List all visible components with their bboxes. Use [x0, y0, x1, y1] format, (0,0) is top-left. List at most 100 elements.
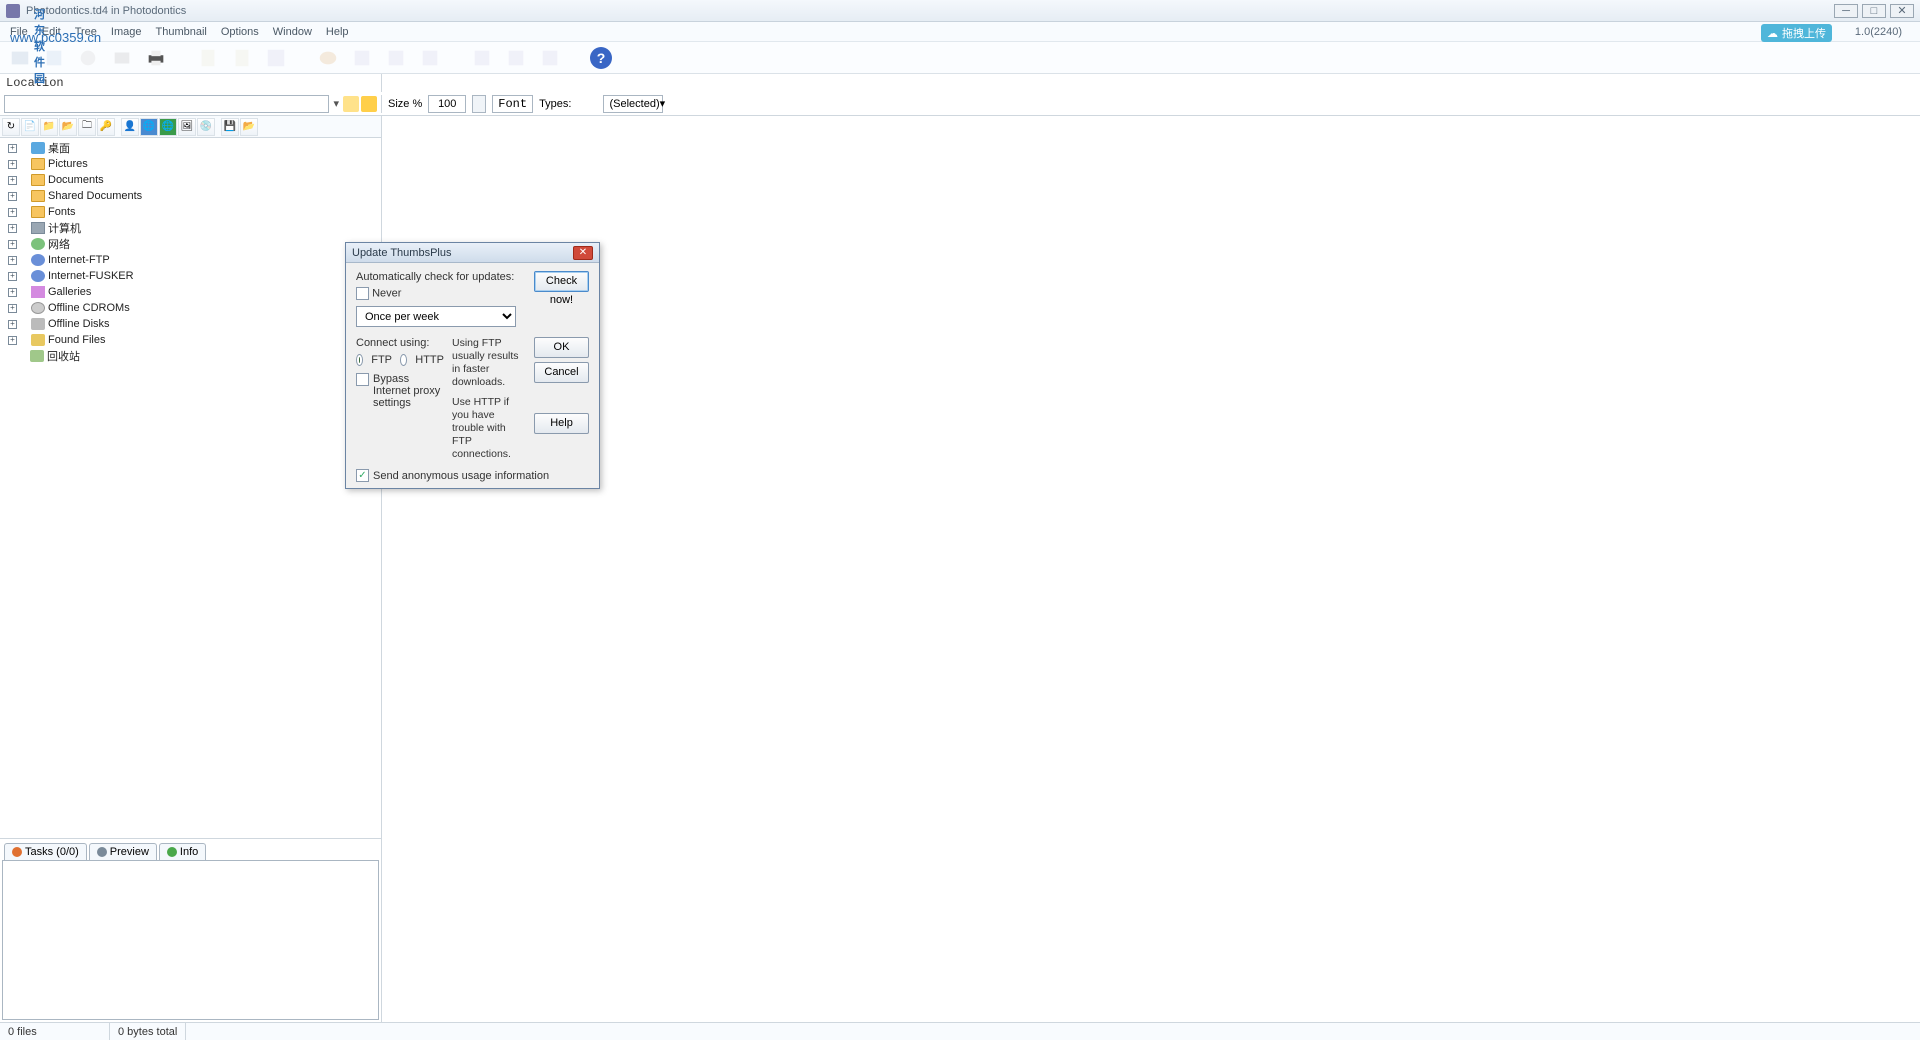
auto-check-label: Automatically check for updates: — [356, 271, 526, 283]
toolbar-palette-button[interactable] — [314, 45, 342, 71]
find-icon — [31, 334, 45, 346]
tree-tb-2[interactable]: 📄 — [21, 118, 39, 136]
toolbar-btn-14[interactable] — [502, 45, 530, 71]
toolbar-btn-15[interactable] — [536, 45, 564, 71]
dialog-titlebar[interactable]: Update ThumbsPlus ✕ — [346, 243, 599, 263]
tree-node[interactable]: +Fonts — [4, 204, 377, 220]
bypass-checkbox[interactable] — [356, 373, 369, 386]
menu-help[interactable]: Help — [326, 26, 349, 38]
toolbar-btn-1[interactable] — [6, 45, 34, 71]
types-select[interactable]: (Selected)▾ — [603, 95, 663, 113]
tree-node[interactable]: 回收站 — [4, 348, 377, 364]
expand-icon[interactable]: + — [8, 240, 17, 249]
tree-tb-8[interactable]: 🌐 — [140, 118, 158, 136]
tree-tb-13[interactable]: 📂 — [240, 118, 258, 136]
menu-options[interactable]: Options — [221, 26, 259, 38]
tree-tb-5[interactable]: 🗀 — [78, 118, 96, 136]
folder-button[interactable] — [343, 96, 359, 112]
tree-node[interactable]: +Galleries — [4, 284, 377, 300]
expand-icon[interactable]: + — [8, 208, 17, 217]
tree-tb-11[interactable]: 💿 — [197, 118, 215, 136]
frequency-select[interactable]: Once per week — [356, 306, 516, 327]
toolbar-btn-2[interactable] — [40, 45, 68, 71]
tree-node[interactable]: +Offline CDROMs — [4, 300, 377, 316]
tree-node[interactable]: +Shared Documents — [4, 188, 377, 204]
expand-icon[interactable]: + — [8, 272, 17, 281]
toolbar-btn-4[interactable] — [108, 45, 136, 71]
tree-tb-4[interactable]: 📂 — [59, 118, 77, 136]
size-spinner[interactable] — [472, 95, 486, 113]
toolbar-btn-3[interactable] — [74, 45, 102, 71]
location-input[interactable] — [4, 95, 329, 113]
cancel-button[interactable]: Cancel — [534, 362, 589, 383]
menu-edit[interactable]: Edit — [42, 26, 61, 38]
ok-button[interactable]: OK — [534, 337, 589, 358]
expand-icon[interactable]: + — [8, 224, 17, 233]
tree-tb-12[interactable]: 💾 — [221, 118, 239, 136]
help-button[interactable]: Help — [534, 413, 589, 434]
toolbar-btn-11[interactable] — [382, 45, 410, 71]
window-title: Photodontics.td4 in Photodontics — [26, 5, 186, 17]
minimize-button[interactable]: ─ — [1834, 4, 1858, 18]
menu-file[interactable]: File — [10, 26, 28, 38]
tab-info[interactable]: Info — [159, 843, 206, 860]
toolbar-btn-8[interactable] — [262, 45, 290, 71]
tree-node[interactable]: +Found Files — [4, 332, 377, 348]
statusbar: 0 files 0 bytes total — [0, 1022, 1920, 1040]
tree-node[interactable]: +Internet-FUSKER — [4, 268, 377, 284]
maximize-button[interactable]: □ — [1862, 4, 1886, 18]
favorite-button[interactable] — [361, 96, 377, 112]
expand-icon[interactable]: + — [8, 256, 17, 265]
toolbar-print-button[interactable] — [142, 45, 170, 71]
expand-icon[interactable]: + — [8, 160, 17, 169]
expand-icon[interactable]: + — [8, 304, 17, 313]
expand-icon[interactable]: + — [8, 288, 17, 297]
tree-tb-refresh[interactable]: ↻ — [2, 118, 20, 136]
menu-tree[interactable]: Tree — [75, 26, 97, 38]
tab-preview[interactable]: Preview — [89, 843, 157, 860]
close-button[interactable]: ✕ — [1890, 4, 1914, 18]
ftp-icon — [31, 270, 45, 282]
http-radio[interactable] — [400, 354, 407, 366]
tree-node[interactable]: +桌面 — [4, 140, 377, 156]
expand-icon[interactable]: + — [8, 144, 17, 153]
menu-image[interactable]: Image — [111, 26, 142, 38]
tab-tasks[interactable]: Tasks (0/0) — [4, 843, 87, 860]
dropdown-icon[interactable]: ▾ — [333, 97, 339, 110]
toolbar-btn-10[interactable] — [348, 45, 376, 71]
expand-icon[interactable]: + — [8, 192, 17, 201]
tree-node[interactable]: +Documents — [4, 172, 377, 188]
drag-upload-button[interactable]: ☁ 拖拽上传 — [1761, 24, 1832, 42]
tree-tb-3[interactable]: 📁 — [40, 118, 58, 136]
expand-icon[interactable]: + — [8, 320, 17, 329]
toolbar-btn-13[interactable] — [468, 45, 496, 71]
tree-node[interactable]: +Internet-FTP — [4, 252, 377, 268]
help-icon[interactable]: ? — [590, 47, 612, 69]
toolbar-btn-7[interactable] — [228, 45, 256, 71]
tree-node[interactable]: +Offline Disks — [4, 316, 377, 332]
ftp-label: FTP — [371, 354, 392, 366]
toolbar-btn-12[interactable] — [416, 45, 444, 71]
tree-node[interactable]: +网络 — [4, 236, 377, 252]
folder-tree[interactable]: +桌面+Pictures+Documents+Shared Documents+… — [0, 138, 381, 838]
tree-node[interactable]: +Pictures — [4, 156, 377, 172]
never-checkbox[interactable] — [356, 287, 369, 300]
tree-tb-7[interactable]: 👤 — [121, 118, 139, 136]
toolbar-btn-6[interactable] — [194, 45, 222, 71]
font-button[interactable]: Font — [492, 95, 533, 113]
tree-tb-6[interactable]: 🔑 — [97, 118, 115, 136]
dialog-close-button[interactable]: ✕ — [573, 246, 593, 260]
tree-label: 回收站 — [47, 348, 80, 364]
send-usage-checkbox[interactable] — [356, 469, 369, 482]
tree-tb-9[interactable]: 🌐 — [159, 118, 177, 136]
expand-icon[interactable]: + — [8, 176, 17, 185]
size-input[interactable] — [428, 95, 466, 113]
thumbnail-area[interactable] — [382, 116, 1920, 1022]
menu-window[interactable]: Window — [273, 26, 312, 38]
menu-thumbnail[interactable]: Thumbnail — [156, 26, 207, 38]
check-now-button[interactable]: Check now! — [534, 271, 589, 292]
expand-icon[interactable]: + — [8, 336, 17, 345]
tree-node[interactable]: +计算机 — [4, 220, 377, 236]
ftp-radio[interactable] — [356, 354, 363, 366]
tree-tb-10[interactable]: 🖼 — [178, 118, 196, 136]
